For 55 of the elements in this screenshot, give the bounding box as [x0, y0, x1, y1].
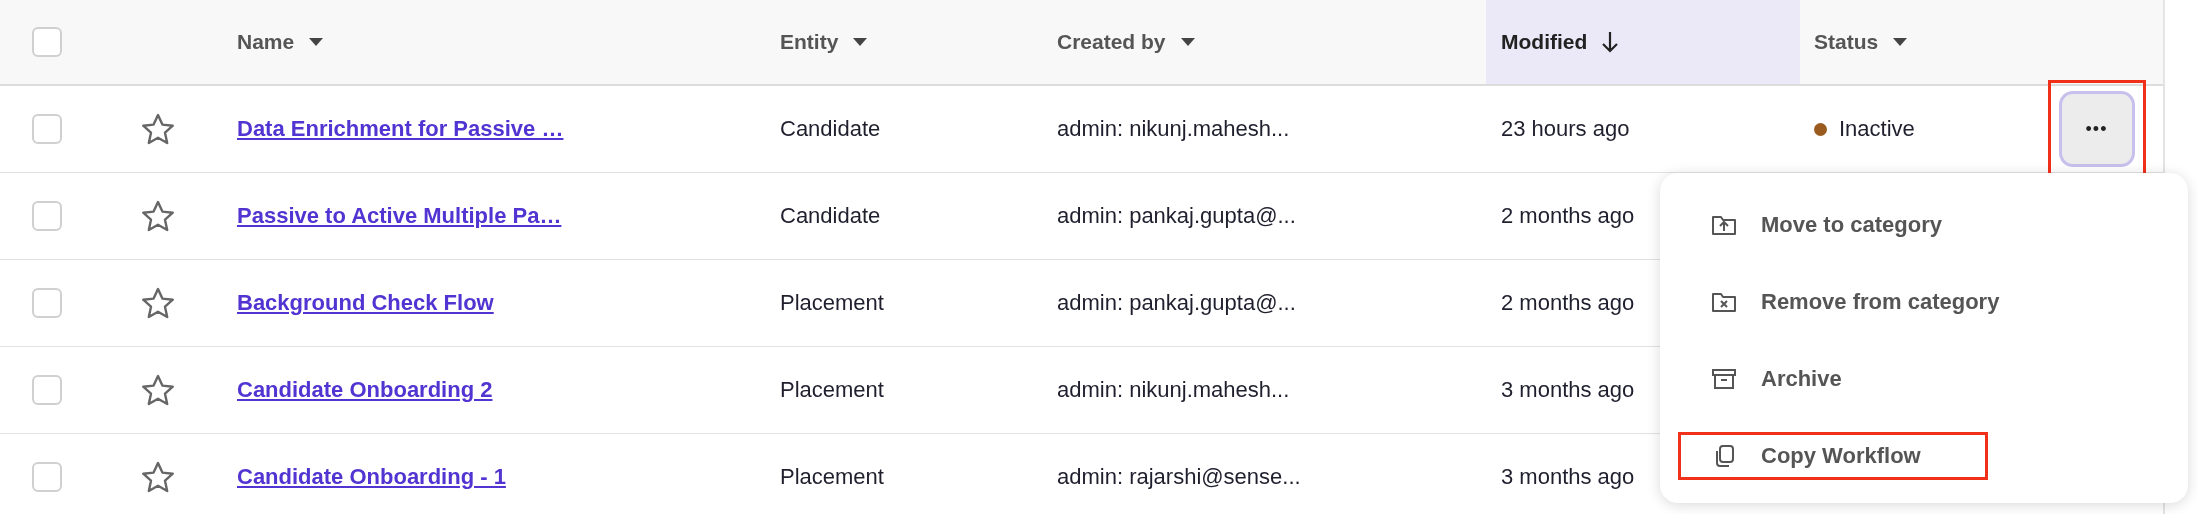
table-cell: 2 months ago	[1501, 290, 1635, 316]
folder-remove-icon	[1711, 290, 1737, 314]
column-header[interactable]: Created by	[1057, 0, 1486, 84]
column-title: Entity	[780, 30, 839, 54]
workflow-link[interactable]: Background Check Flow	[237, 290, 494, 316]
table-cell: 3 months ago	[1501, 464, 1635, 490]
table-cell: 2 months ago	[1501, 203, 1635, 229]
star-icon[interactable]	[141, 200, 175, 232]
table-cell: admin: nikunj.mahesh...	[1057, 377, 1290, 403]
column-title: Modified	[1501, 30, 1588, 54]
column-header[interactable]: Status	[1800, 0, 2030, 84]
menu-item[interactable]: Move to category	[1678, 201, 1988, 249]
star-icon[interactable]	[141, 287, 175, 319]
column-title: Name	[237, 30, 295, 54]
column-title: Status	[1814, 30, 1879, 54]
dropdown-caret-icon	[1179, 37, 1196, 47]
sort-down-arrow-icon	[1601, 31, 1620, 53]
more-actions-button[interactable]: •••	[2058, 91, 2135, 167]
dropdown-caret-icon	[852, 37, 869, 47]
workflow-link[interactable]: Candidate Onboarding 2	[237, 377, 493, 403]
archive-icon	[1711, 367, 1737, 391]
dropdown-caret-icon	[308, 37, 325, 47]
workflow-link[interactable]: Data Enrichment for Passive …	[237, 116, 564, 142]
workflow-link[interactable]: Candidate Onboarding - 1	[237, 464, 506, 490]
star-icon[interactable]	[141, 374, 175, 406]
dropdown-caret-icon	[1892, 37, 1909, 47]
row-checkbox[interactable]	[32, 375, 62, 405]
star-icon[interactable]	[141, 113, 175, 145]
workflow-link[interactable]: Passive to Active Multiple Pa…	[237, 203, 562, 229]
table-cell: admin: pankaj.gupta@...	[1057, 203, 1296, 229]
star-icon[interactable]	[141, 461, 175, 493]
row-checkbox[interactable]	[32, 201, 62, 231]
column-header[interactable]: Entity	[780, 0, 1057, 84]
folder-upload-icon	[1711, 213, 1737, 237]
status-label: Inactive	[1839, 116, 1915, 142]
row-checkbox[interactable]	[32, 288, 62, 318]
select-all-checkbox[interactable]	[32, 27, 62, 57]
table-cell: Candidate	[780, 203, 881, 229]
table-cell: Candidate	[780, 116, 881, 142]
table-cell: admin: nikunj.mahesh...	[1057, 116, 1290, 142]
table-cell: Placement	[780, 377, 884, 403]
row-checkbox[interactable]	[32, 462, 62, 492]
table-cell: Placement	[780, 290, 884, 316]
menu-item[interactable]: Remove from category	[1678, 278, 2027, 326]
table-cell: admin: pankaj.gupta@...	[1057, 290, 1296, 316]
sorted-column-header[interactable]: Modified	[1486, 0, 1800, 84]
table-cell: 3 months ago	[1501, 377, 1635, 403]
table-cell: 23 hours ago	[1501, 116, 1630, 142]
table-cell: Placement	[780, 464, 884, 490]
column-title: Created by	[1057, 30, 1166, 54]
row-checkbox[interactable]	[32, 114, 62, 144]
menu-item[interactable]: Archive	[1678, 355, 1988, 403]
column-header[interactable]: Name	[237, 0, 780, 84]
menu-item[interactable]: Copy Workflow	[1678, 432, 1988, 480]
table-cell: admin: rajarshi@sense...	[1057, 464, 1301, 490]
